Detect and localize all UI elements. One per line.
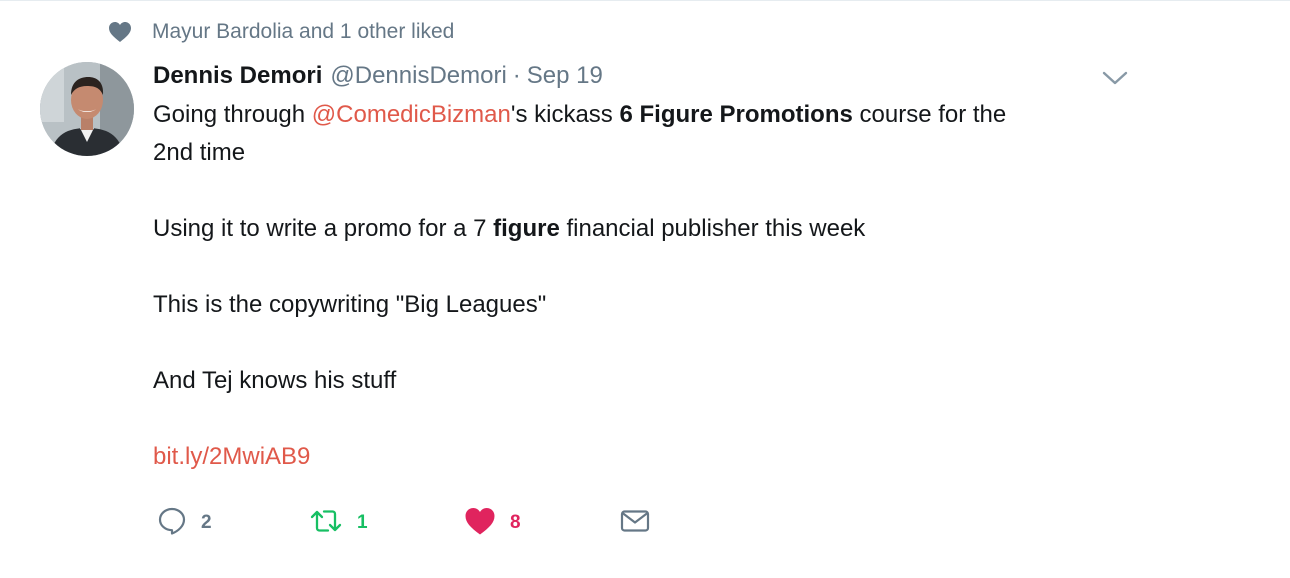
avatar[interactable] [40, 62, 134, 156]
tweet-header: Dennis Demori @DennisDemori · Sep 19 [153, 60, 603, 92]
author-name[interactable]: Dennis Demori [153, 62, 322, 90]
header-separator: · [512, 62, 521, 89]
tweet-paragraph-3: This is the copywriting "Big Leagues" [153, 291, 547, 318]
like-count: 8 [510, 512, 521, 533]
reply-icon [157, 506, 187, 541]
retweet-count: 1 [357, 512, 368, 533]
author-handle[interactable]: @DennisDemori [330, 62, 506, 90]
tweet-link[interactable]: bit.ly/2MwiAB9 [153, 443, 310, 470]
reply-count: 2 [201, 512, 212, 533]
tweet-text: Going through @ComedicBizman's kickass 6… [153, 96, 1153, 476]
tweet-actions: 2 1 8 [157, 505, 659, 541]
envelope-icon [619, 506, 651, 541]
tweet-paragraph-4: And Tej knows his stuff [153, 367, 397, 394]
tweet-line-2: 2nd time [153, 139, 246, 166]
heart-icon [464, 506, 496, 541]
tweet-line-1: Going through @ComedicBizman's kickass 6… [153, 101, 1007, 128]
like-button[interactable]: 8 [464, 506, 619, 541]
retweet-button[interactable]: 1 [309, 506, 464, 541]
reply-button[interactable]: 2 [157, 506, 309, 541]
direct-message-button[interactable] [619, 506, 659, 541]
retweet-icon [309, 506, 343, 541]
tweet-timestamp[interactable]: Sep 19 [527, 62, 603, 90]
social-context-text[interactable]: Mayur Bardolia and 1 other liked [152, 20, 454, 44]
social-context: Mayur Bardolia and 1 other liked [108, 18, 454, 46]
tweet-link-line: bit.ly/2MwiAB9 [153, 438, 1153, 476]
tweet-paragraph-2: Using it to write a promo for a 7 figure… [153, 215, 866, 242]
heart-icon [108, 21, 132, 43]
mention-link[interactable]: @ComedicBizman [312, 101, 511, 128]
chevron-down-icon[interactable] [1100, 66, 1130, 90]
top-divider [0, 0, 1290, 1]
